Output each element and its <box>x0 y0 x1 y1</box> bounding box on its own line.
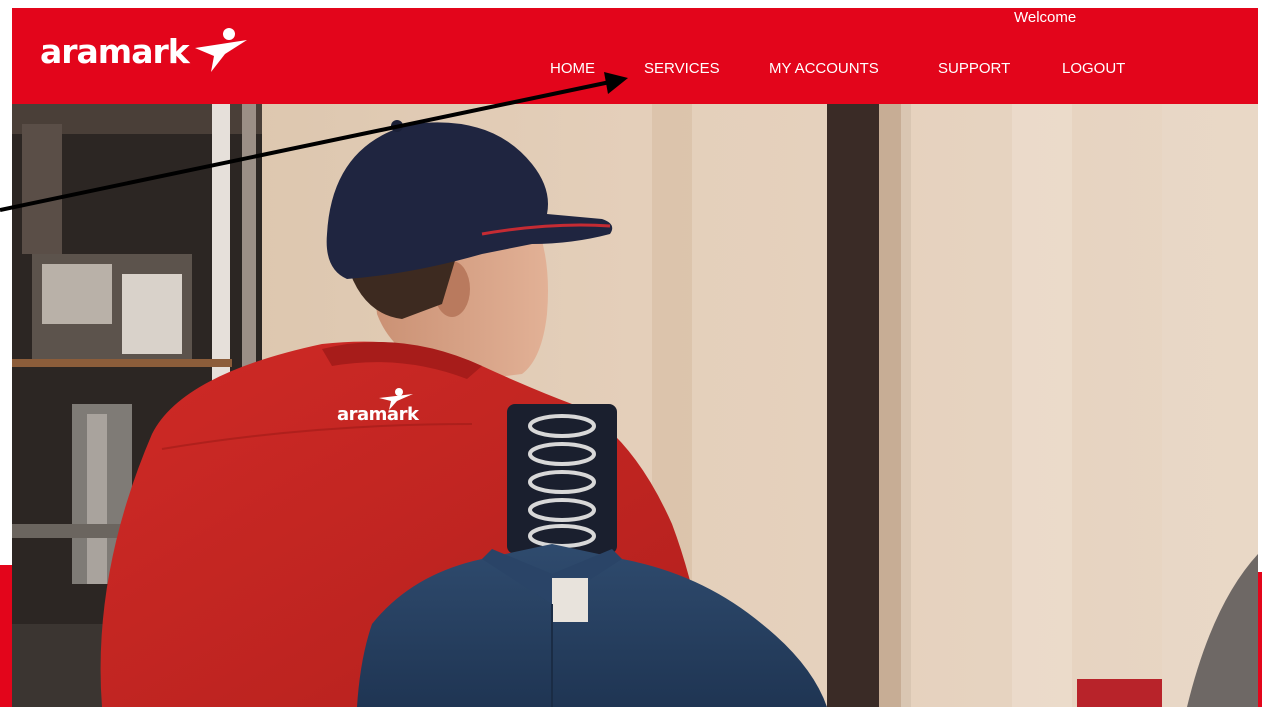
nav-my-accounts[interactable]: MY ACCOUNTS <box>769 60 879 77</box>
nav-logout[interactable]: LOGOUT <box>1062 60 1125 77</box>
aramark-logo[interactable]: aramark <box>40 26 249 76</box>
nav-services[interactable]: SERVICES <box>644 60 720 77</box>
nav-support[interactable]: SUPPORT <box>938 60 1010 77</box>
welcome-text: Welcome <box>1014 9 1077 26</box>
site-header: aramark Welcome HOME SERVICES MY ACCOUNT… <box>12 8 1258 104</box>
page: aramark aramark Welcome HOME SERVICES MY… <box>0 0 1262 707</box>
shirt-logo: aramark <box>337 388 419 425</box>
logo-text: aramark <box>40 31 190 71</box>
side-accent-left <box>0 565 12 707</box>
nav-home[interactable]: HOME <box>550 60 595 77</box>
shirt-logo-star-icon <box>379 388 413 410</box>
hero-image <box>12 104 1258 707</box>
browser-viewport: aramark aramark Welcome HOME SERVICES MY… <box>12 8 1258 707</box>
star-person-icon <box>194 28 247 72</box>
